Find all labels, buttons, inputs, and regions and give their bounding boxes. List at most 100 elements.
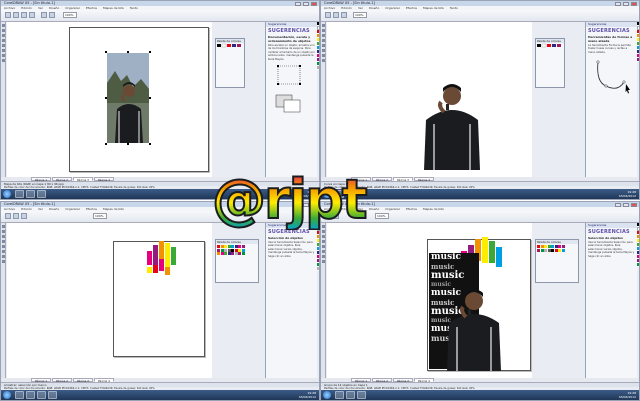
cutout-photo[interactable] bbox=[422, 50, 482, 170]
text-tool-icon[interactable] bbox=[2, 260, 5, 263]
shape-tool-icon[interactable] bbox=[322, 29, 325, 32]
selection-handle[interactable] bbox=[127, 51, 129, 53]
new-document-icon[interactable] bbox=[325, 12, 331, 18]
rectangle-tool-icon[interactable] bbox=[2, 250, 5, 253]
minimize-button[interactable] bbox=[615, 202, 621, 207]
taskbar: 19:48 03/06/2012 bbox=[321, 390, 639, 400]
zoom-level[interactable]: 100% bbox=[353, 12, 367, 18]
cutout-portrait bbox=[424, 84, 480, 170]
photo-bitmap[interactable] bbox=[107, 53, 149, 143]
minimize-button[interactable] bbox=[615, 1, 621, 6]
rectangle-tool-icon[interactable] bbox=[322, 49, 325, 52]
open-icon[interactable] bbox=[333, 12, 339, 18]
selection-handle[interactable] bbox=[149, 51, 151, 53]
taskbar-app-icon[interactable] bbox=[15, 190, 24, 198]
color-swatch-strip[interactable] bbox=[216, 43, 244, 53]
standard-toolbar: 100% bbox=[1, 10, 319, 22]
text-tool-icon[interactable] bbox=[2, 59, 5, 62]
zoom-tool-icon[interactable] bbox=[2, 39, 5, 42]
taskbar-app-icon[interactable] bbox=[346, 391, 355, 399]
ordering-diagram bbox=[275, 94, 301, 113]
selection-handle[interactable] bbox=[105, 143, 107, 145]
shape-tool-icon[interactable] bbox=[2, 29, 5, 32]
crop-tool-icon[interactable] bbox=[322, 235, 325, 238]
rectangle-tool-icon[interactable] bbox=[2, 49, 5, 52]
save-icon[interactable] bbox=[21, 213, 27, 219]
cutout-photo[interactable] bbox=[443, 273, 505, 371]
open-icon[interactable] bbox=[13, 213, 19, 219]
crop-tool-icon[interactable] bbox=[2, 235, 5, 238]
taskbar-app-icon[interactable] bbox=[37, 391, 46, 399]
rjpt-logo: @rjpt bbox=[211, 168, 370, 230]
taskbar-app-icon[interactable] bbox=[48, 391, 57, 399]
color-swatch-strip[interactable] bbox=[536, 43, 564, 53]
pick-tool-icon[interactable] bbox=[2, 225, 5, 228]
text-tool-icon[interactable] bbox=[322, 59, 325, 62]
open-icon[interactable] bbox=[13, 12, 19, 18]
music-word: music bbox=[431, 253, 462, 262]
swatch[interactable] bbox=[241, 252, 245, 255]
zoom-level[interactable]: 100% bbox=[93, 213, 107, 219]
taskbar-app-icon[interactable] bbox=[357, 391, 366, 399]
redo-icon[interactable] bbox=[49, 12, 55, 18]
ellipse-tool-icon[interactable] bbox=[322, 255, 325, 258]
save-icon[interactable] bbox=[21, 12, 27, 18]
zoom-tool-icon[interactable] bbox=[2, 240, 5, 243]
text-tool-icon[interactable] bbox=[322, 260, 325, 263]
zoom-level[interactable]: 100% bbox=[63, 12, 77, 18]
gradient-bars-graphic[interactable] bbox=[145, 241, 185, 283]
close-button[interactable] bbox=[311, 1, 317, 6]
selection-handle[interactable] bbox=[105, 51, 107, 53]
crop-tool-icon[interactable] bbox=[2, 34, 5, 37]
maximize-button[interactable] bbox=[623, 1, 629, 6]
hints-docker: Sugerencias SUGERENCIAS Selección de obj… bbox=[585, 223, 637, 378]
zoom-tool-icon[interactable] bbox=[322, 39, 325, 42]
taskbar-app-icon[interactable] bbox=[26, 391, 35, 399]
freehand-tool-icon[interactable] bbox=[322, 245, 325, 248]
drawing-canvas[interactable]: music music music music music music musi… bbox=[327, 223, 532, 378]
drawing-canvas[interactable] bbox=[327, 22, 532, 177]
ellipse-tool-icon[interactable] bbox=[2, 54, 5, 57]
new-document-icon[interactable] bbox=[5, 12, 11, 18]
pick-tool-icon[interactable] bbox=[2, 24, 5, 27]
drawing-canvas[interactable] bbox=[7, 22, 212, 177]
swatch-grid bbox=[536, 244, 578, 253]
rectangle-tool-icon[interactable] bbox=[322, 250, 325, 253]
docker-title: SUGERENCIAS bbox=[588, 229, 630, 235]
ellipse-tool-icon[interactable] bbox=[2, 255, 5, 258]
ellipse-tool-icon[interactable] bbox=[322, 54, 325, 57]
swatch[interactable] bbox=[561, 248, 565, 252]
shape-tool-icon[interactable] bbox=[322, 230, 325, 233]
freehand-tool-icon[interactable] bbox=[322, 44, 325, 47]
minimize-button[interactable] bbox=[295, 1, 301, 6]
hint-subtitle: Documentación, escala y ordenamiento de … bbox=[268, 35, 311, 43]
color-docker: Paleta de colores bbox=[215, 38, 245, 88]
color-docker: Paleta de colores bbox=[535, 38, 565, 88]
print-icon[interactable] bbox=[29, 12, 35, 18]
taskbar-app-icon[interactable] bbox=[26, 190, 35, 198]
start-button[interactable] bbox=[3, 391, 11, 399]
freehand-tool-icon[interactable] bbox=[2, 245, 5, 248]
save-icon[interactable] bbox=[341, 12, 347, 18]
selection-handle[interactable] bbox=[127, 143, 129, 145]
drawing-canvas[interactable] bbox=[7, 223, 212, 378]
new-document-icon[interactable] bbox=[5, 213, 11, 219]
zoom-tool-icon[interactable] bbox=[322, 240, 325, 243]
maximize-button[interactable] bbox=[303, 1, 309, 6]
taskbar-app-icon[interactable] bbox=[37, 190, 46, 198]
start-button[interactable] bbox=[323, 391, 331, 399]
selection-handle[interactable] bbox=[149, 143, 151, 145]
taskbar-app-icon[interactable] bbox=[335, 391, 344, 399]
close-button[interactable] bbox=[631, 202, 637, 207]
pick-tool-icon[interactable] bbox=[322, 24, 325, 27]
crop-tool-icon[interactable] bbox=[322, 34, 325, 37]
shape-tool-icon[interactable] bbox=[2, 230, 5, 233]
undo-icon[interactable] bbox=[41, 12, 47, 18]
taskbar-app-icon[interactable] bbox=[15, 391, 24, 399]
maximize-button[interactable] bbox=[623, 202, 629, 207]
selection-handle[interactable] bbox=[149, 97, 151, 99]
selection-handle[interactable] bbox=[105, 97, 107, 99]
close-button[interactable] bbox=[631, 1, 637, 6]
start-button[interactable] bbox=[3, 190, 11, 198]
freehand-tool-icon[interactable] bbox=[2, 44, 5, 47]
